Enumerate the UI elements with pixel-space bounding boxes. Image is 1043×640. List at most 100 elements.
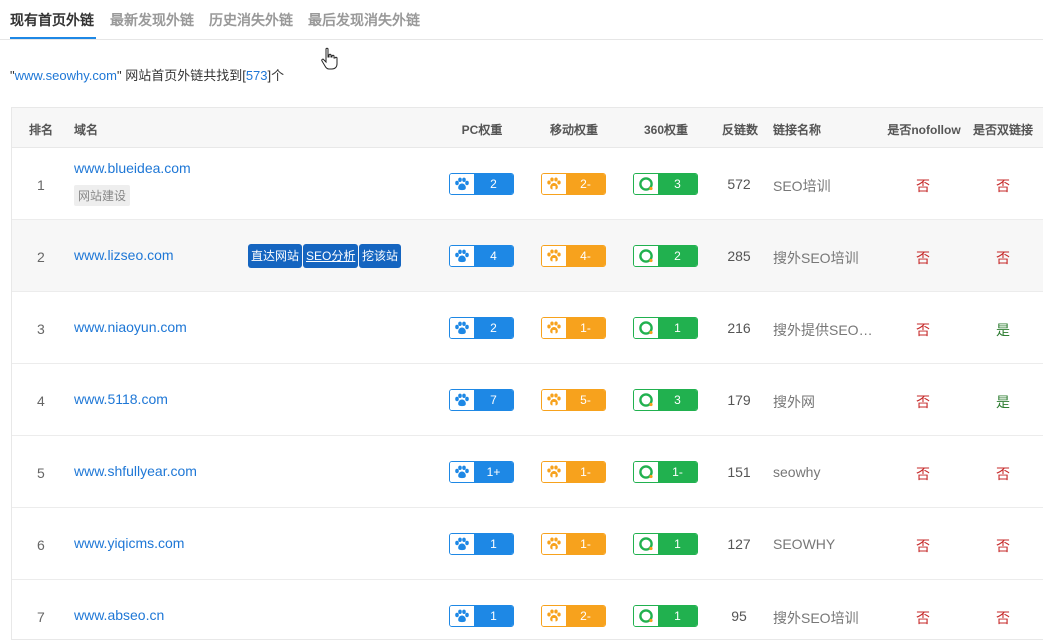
360-weight-badge: 2 xyxy=(633,245,698,267)
360-weight-badge: 1- xyxy=(633,461,698,483)
360-weight-badge: 3 xyxy=(633,389,698,411)
backlink-count: 95 xyxy=(731,608,747,624)
baidu-mobile-paw-icon xyxy=(542,318,566,338)
double-link-status: 否 xyxy=(996,466,1010,482)
mobile-weight-value: 2- xyxy=(566,174,605,194)
mobile-weight-value: 1- xyxy=(566,462,605,482)
mobile-weight-badge: 2- xyxy=(541,173,606,195)
pc-weight-badge: 2 xyxy=(449,173,514,195)
rank-cell: 7 xyxy=(37,609,45,625)
table-row[interactable]: 1 www.blueideа.com 网站建设 2 2- 3 572 SEO培训 否 否 xyxy=(12,148,1043,220)
visit-site-button[interactable]: 直达网站 xyxy=(248,244,303,268)
360-weight-value: 2 xyxy=(658,246,697,266)
header-mobile-weight: 移动权重 xyxy=(549,123,599,137)
mobile-weight-value: 1- xyxy=(566,318,605,338)
link-name: SEO培训 xyxy=(773,178,831,194)
link-name: 搜外提供SEO… xyxy=(773,322,873,338)
baidu-paw-icon xyxy=(450,534,474,554)
mobile-weight-badge: 2- xyxy=(541,605,606,627)
backlink-count: 127 xyxy=(727,536,751,552)
rank-cell: 1 xyxy=(37,177,45,193)
hand-pointer-icon xyxy=(321,47,338,70)
double-link-status: 是 xyxy=(996,394,1010,410)
link-name: 搜外SEO培训 xyxy=(773,250,859,266)
table-row[interactable]: 5 www.shfullyear.com 1+ 1- 1- 151 seowhy 否 否 xyxy=(12,436,1043,508)
double-link-status: 否 xyxy=(996,178,1010,194)
360-ring-icon xyxy=(634,174,658,194)
result-summary: "www.seowhy.com" 网站首页外链共找到[573]个 xyxy=(10,65,284,84)
backlink-count: 179 xyxy=(727,392,751,408)
tab-last-found-lost-links[interactable]: 最后发现消失外链 xyxy=(308,10,420,30)
360-weight-value: 3 xyxy=(658,390,697,410)
active-tab-indicator xyxy=(10,37,96,39)
tab-bar: 现有首页外链 最新发现外链 历史消失外链 最后发现消失外链 xyxy=(0,0,1043,40)
domain-link[interactable]: www.lizseo.com xyxy=(74,247,174,263)
table-header: 排名 域名 PC权重 移动权重 360权重 反链数 链接名称 是否nofollo… xyxy=(12,108,1043,148)
domain-link[interactable]: www.shfullyear.com xyxy=(74,463,197,479)
nofollow-status: 否 xyxy=(916,322,930,338)
pc-weight-value: 1+ xyxy=(474,462,513,482)
header-link-name: 链接名称 xyxy=(773,123,822,137)
backlink-count: 285 xyxy=(727,248,751,264)
pc-weight-badge: 1 xyxy=(449,533,514,555)
dig-site-button[interactable]: 挖该站 xyxy=(359,244,402,268)
summary-text: 网站首页外链共找到[ xyxy=(121,68,246,83)
360-weight-value: 1 xyxy=(658,318,697,338)
backlinks-table: 排名 域名 PC权重 移动权重 360权重 反链数 链接名称 是否nofollo… xyxy=(11,107,1043,640)
baidu-mobile-paw-icon xyxy=(542,462,566,482)
domain-link[interactable]: www.yiqicms.com xyxy=(74,535,184,551)
rank-cell: 4 xyxy=(37,393,45,409)
backlink-count: 572 xyxy=(727,176,751,192)
domain-link[interactable]: www.niaoyun.com xyxy=(74,319,187,335)
mobile-weight-value: 2- xyxy=(566,606,605,626)
360-ring-icon xyxy=(634,318,658,338)
nofollow-status: 否 xyxy=(916,178,930,194)
category-tag: 网站建设 xyxy=(74,185,131,206)
header-backlinks: 反链数 xyxy=(721,123,759,137)
mobile-weight-badge: 5- xyxy=(541,389,606,411)
domain-link[interactable]: www.blueideа.com xyxy=(74,160,191,176)
domain-link[interactable]: www.5118.com xyxy=(74,391,168,407)
tab-newly-found-links[interactable]: 最新发现外链 xyxy=(110,10,194,30)
pc-weight-value: 1 xyxy=(474,534,513,554)
tab-historical-lost-links[interactable]: 历史消失外链 xyxy=(209,10,293,30)
header-pc-weight: PC权重 xyxy=(461,123,503,137)
table-row[interactable]: 7 www.abseo.cn 1 2- 1 95 搜外SEO培训 否 否 xyxy=(12,580,1043,639)
nofollow-status: 否 xyxy=(916,250,930,266)
360-weight-value: 1 xyxy=(658,606,697,626)
360-ring-icon xyxy=(634,390,658,410)
double-link-status: 是 xyxy=(996,322,1010,338)
360-weight-value: 1 xyxy=(658,534,697,554)
pc-weight-value: 1 xyxy=(474,606,513,626)
header-domain: 域名 xyxy=(74,123,99,137)
baidu-paw-icon xyxy=(450,606,474,626)
baidu-mobile-paw-icon xyxy=(542,606,566,626)
rank-cell: 2 xyxy=(37,249,45,265)
360-weight-badge: 3 xyxy=(633,173,698,195)
baidu-paw-icon xyxy=(450,462,474,482)
summary-site-link[interactable]: www.seowhy.com xyxy=(15,68,117,83)
double-link-status: 否 xyxy=(996,250,1010,266)
seo-analysis-button[interactable]: SEO分析 xyxy=(303,244,359,268)
table-row[interactable]: 4 www.5118.com 7 5- 3 179 搜外网 否 是 xyxy=(12,364,1043,436)
360-weight-badge: 1 xyxy=(633,533,698,555)
tab-current-homepage-links[interactable]: 现有首页外链 xyxy=(10,10,94,30)
table-row[interactable]: 2 www.lizseo.com 直达网站 SEO分析 挖该站 4 4- 2 285 搜外SEO培… xyxy=(12,220,1043,292)
pc-weight-badge: 1+ xyxy=(449,461,514,483)
360-weight-value: 3 xyxy=(658,174,697,194)
double-link-status: 否 xyxy=(996,538,1010,554)
pc-weight-value: 2 xyxy=(474,174,513,194)
pc-weight-badge: 4 xyxy=(449,245,514,267)
link-name: seowhy xyxy=(773,464,821,480)
360-ring-icon xyxy=(634,534,658,554)
nofollow-status: 否 xyxy=(916,538,930,554)
table-row[interactable]: 3 www.niaoyun.com 2 1- 1 216 搜外提供SEO… 否 是 xyxy=(12,292,1043,364)
baidu-mobile-paw-icon xyxy=(542,246,566,266)
pc-weight-badge: 2 xyxy=(449,317,514,339)
summary-count: 573 xyxy=(245,68,268,83)
baidu-mobile-paw-icon xyxy=(542,534,566,554)
pc-weight-badge: 7 xyxy=(449,389,514,411)
backlink-count: 216 xyxy=(727,320,751,336)
domain-link[interactable]: www.abseo.cn xyxy=(74,607,164,623)
table-row[interactable]: 6 www.yiqicms.com 1 1- 1 127 SEOWHY 否 否 xyxy=(12,508,1043,580)
